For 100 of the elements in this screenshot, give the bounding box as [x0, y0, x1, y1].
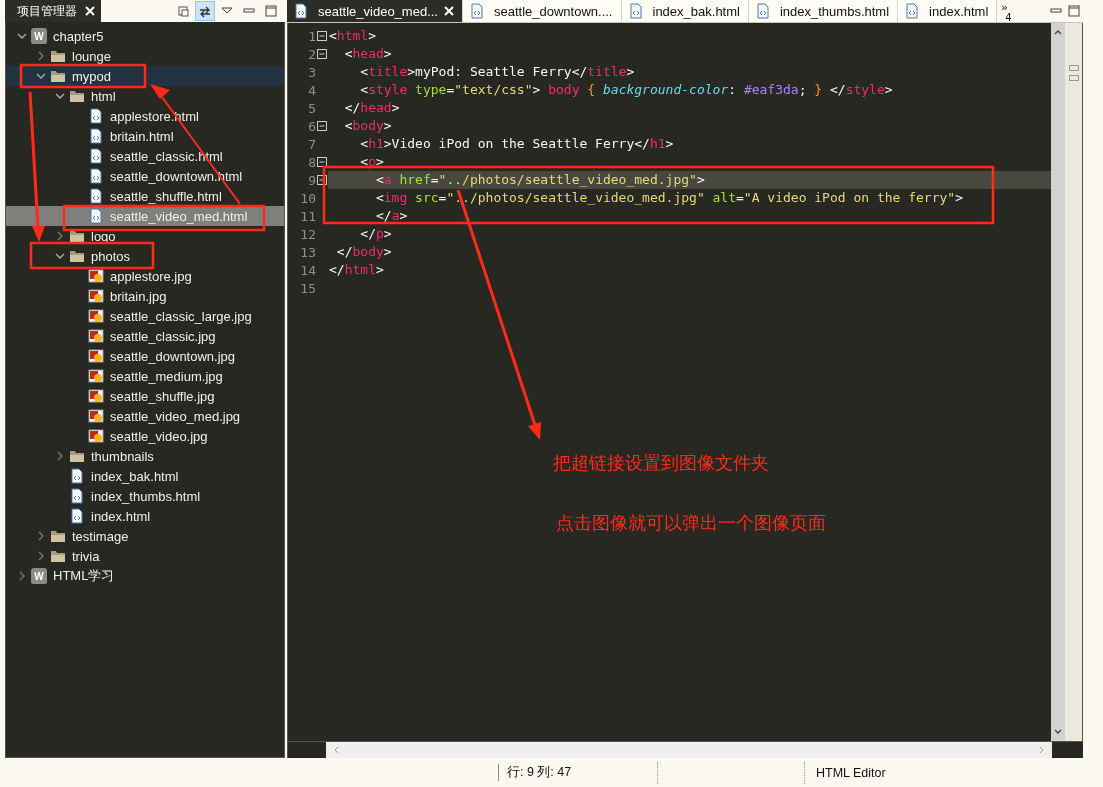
line-number: 4 [307, 82, 316, 98]
code-line: </head> [343, 99, 401, 117]
html-file-icon [904, 3, 921, 19]
image-file-icon [88, 408, 104, 424]
folder-icon [69, 228, 85, 244]
image-file-icon [88, 288, 104, 304]
tree-item[interactable]: photos [6, 246, 284, 266]
editor-tab[interactable]: seattle_downtown.... [462, 0, 622, 22]
editor-tab[interactable]: seattle_video_med... [287, 0, 463, 22]
vertical-scrollbar[interactable] [1051, 23, 1065, 741]
tree-item[interactable]: seattle_classic_large.jpg [6, 306, 284, 326]
html-file-icon [88, 108, 104, 124]
tab-overflow-button[interactable]: » 4 [997, 0, 1016, 22]
tree-item[interactable]: seattle_video_med.jpg [6, 406, 284, 426]
code-line: </html> [328, 261, 385, 279]
tree-item[interactable]: seattle_classic.jpg [6, 326, 284, 346]
html-file-icon [88, 128, 104, 144]
tree-item[interactable]: W HTML学习 [6, 566, 284, 586]
line-number: 14 [299, 262, 316, 278]
line-number: 1 [307, 28, 316, 44]
html-file-icon [293, 3, 309, 19]
folder-icon [50, 48, 66, 64]
code-line: <h1>Video iPod on the Seattle Ferry</h1> [359, 135, 675, 153]
close-icon[interactable] [85, 6, 95, 16]
project-icon: W [31, 568, 47, 584]
annotation-text: 把超链接设置到图像文件夹 [553, 451, 769, 475]
html-file-icon [88, 148, 104, 164]
project-icon: W [31, 28, 47, 44]
code-line: <style type="text/css"> body { background-color: #eaf3da; } </style> [359, 81, 894, 99]
line-number: 11 [299, 208, 316, 224]
folder-icon [69, 248, 85, 264]
fold-icon[interactable] [317, 157, 327, 167]
editor-tab[interactable]: index_bak.html [621, 0, 749, 22]
fold-icon[interactable] [317, 175, 327, 185]
tree-item[interactable]: W chapter5 [6, 26, 284, 46]
tree-item[interactable]: trivia [6, 546, 284, 566]
tree-item[interactable]: seattle_shuffle.html [6, 186, 284, 206]
html-file-icon [69, 468, 85, 484]
image-file-icon [88, 368, 104, 384]
tree-item[interactable]: britain.jpg [6, 286, 284, 306]
collapse-icon [176, 4, 190, 18]
html-file-icon [468, 3, 485, 19]
code-line: <body> [343, 117, 393, 135]
code-line: </body> [335, 243, 393, 261]
folder-icon [50, 68, 66, 84]
html-file-icon [88, 168, 104, 184]
line-number: 6 [307, 118, 316, 134]
tree-item[interactable]: index.html [6, 506, 284, 526]
line-number: 10 [299, 190, 316, 206]
tree-item[interactable]: britain.html [6, 126, 284, 146]
editor-tab[interactable]: index.html [898, 0, 998, 22]
folder-icon [50, 548, 66, 564]
code-line: </a> [374, 207, 409, 225]
html-file-icon [88, 208, 104, 224]
html-file-icon [754, 3, 771, 19]
maximize-icon[interactable] [1067, 4, 1081, 18]
fold-icon[interactable] [317, 49, 327, 59]
line-number: 7 [307, 136, 316, 152]
html-file-icon [69, 488, 85, 504]
image-file-icon [88, 268, 104, 284]
code-line: </p> [359, 225, 393, 243]
image-file-icon [88, 328, 104, 344]
tree-item[interactable]: seattle_video_med.html [6, 206, 284, 226]
tree-item[interactable]: lounge [6, 46, 284, 66]
tree-item[interactable]: seattle_downtown.jpg [6, 346, 284, 366]
tree-item[interactable]: testimage [6, 526, 284, 546]
fold-icon[interactable] [317, 121, 327, 131]
cursor-position: 行: 9 列: 47 [498, 764, 657, 781]
view-tab[interactable]: 项目管理器 [5, 0, 101, 22]
image-file-icon [88, 308, 104, 324]
editor-tab[interactable]: index_thumbs.html [748, 0, 899, 22]
line-number: 5 [307, 100, 316, 116]
ruler-mark-icon [1068, 65, 1079, 71]
folder-icon [50, 528, 66, 544]
fold-icon[interactable] [317, 31, 327, 41]
editor-type: HTML Editor [816, 765, 886, 780]
tree-item[interactable]: seattle_medium.jpg [6, 366, 284, 386]
image-file-icon [88, 348, 104, 364]
link-button[interactable] [195, 1, 215, 21]
tree-item[interactable]: html [6, 86, 284, 106]
tree-item[interactable]: seattle_shuffle.jpg [6, 386, 284, 406]
tree-item[interactable]: mypod [6, 66, 284, 86]
code-line: <html> [328, 27, 377, 45]
line-number: 13 [299, 244, 316, 260]
image-file-icon [88, 428, 104, 444]
html-file-icon [88, 188, 104, 204]
tree-item[interactable]: thumbnails [6, 446, 284, 466]
ruler-mark-icon [1068, 75, 1079, 81]
folder-icon [69, 88, 85, 104]
tree-item[interactable]: index_thumbs.html [6, 486, 284, 506]
line-number: 2 [307, 46, 316, 62]
tree-item[interactable]: seattle_video.jpg [6, 426, 284, 446]
tree-item[interactable]: applestore.jpg [6, 266, 284, 286]
image-file-icon [88, 388, 104, 404]
tree-item[interactable]: index_bak.html [6, 466, 284, 486]
line-number: 8 [307, 154, 316, 170]
annotation-text: 点击图像就可以弹出一个图像页面 [556, 511, 826, 535]
line-number: 3 [307, 64, 316, 80]
code-line: <head> [343, 45, 393, 63]
close-icon[interactable] [443, 6, 454, 16]
